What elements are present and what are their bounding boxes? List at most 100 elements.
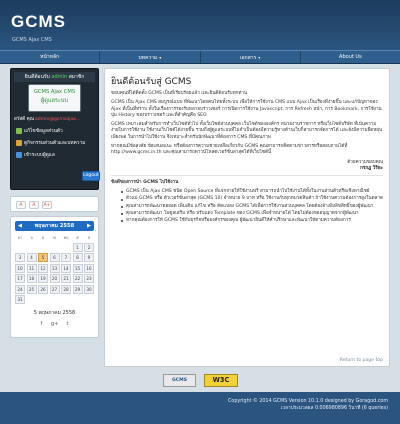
- site-header: GCMS GCMS Ajax CMS: [0, 0, 400, 50]
- gear-icon: [16, 152, 22, 158]
- user-email[interactable]: admin@gcmsajax...: [35, 117, 80, 122]
- list-item: คุณสามารถพัฒนาต่อยอด เพิ่มเติม แก้ไข หรื…: [121, 204, 383, 210]
- main-nav: หน้าหลัก บทความ ▾ เอกสาร ▾ About Us: [0, 50, 400, 64]
- calendar-month: พฤษภาคม 2558: [34, 223, 75, 229]
- calendar-day[interactable]: 1: [72, 242, 83, 252]
- logout-button[interactable]: Logout: [82, 171, 100, 181]
- calendar-day[interactable]: 27: [49, 284, 60, 294]
- calendar-day[interactable]: 2: [84, 242, 94, 252]
- calendar-day[interactable]: 26: [38, 284, 48, 294]
- calendar-grid: อาจอพพฤศส 1 2 3 4 5 6 7 8 9 10 11 12 13 14 15 16 17 18 19 20…: [15, 234, 94, 304]
- font-size-normal-button[interactable]: A: [29, 201, 39, 209]
- calendar-day[interactable]: 22: [72, 274, 83, 283]
- w3c-badge[interactable]: W3C: [204, 374, 238, 387]
- back-to-top-link[interactable]: Return to page top: [340, 358, 383, 363]
- calendar-dow: อา: [17, 235, 23, 240]
- list-item: หากคุณต้องการให้ GCMS ใช้กับธุรกิจหรืออง…: [121, 218, 383, 224]
- facebook-icon[interactable]: f: [38, 321, 45, 328]
- calendar-day[interactable]: 19: [38, 274, 48, 283]
- share-icons: f g+ t: [15, 321, 94, 328]
- chevron-down-icon: ▾: [258, 55, 261, 60]
- render-time-text: เวลาประมวลผล 0.006980896 วินาที (6 queri…: [280, 405, 388, 411]
- menu-my-activity[interactable]: ดูกิจกรรมส่วนตัวและบทความ: [14, 139, 95, 147]
- list-item: GCMS เป็น Ajax CMS ชนิด Open Source ที่แ…: [121, 189, 383, 195]
- features-heading: ข้อดีของการนำ GCMS ไปใช้งาน: [111, 180, 179, 186]
- content-wrapper: ยินดีต้อนรับ admin สมาชิก GCMS Ajax CMS …: [10, 68, 390, 368]
- contact-paragraph: หากคุณมีข้อสงสัย ข้อเสนอแนะ หรือต้องการค…: [111, 144, 348, 156]
- calendar-day[interactable]: 17: [15, 274, 25, 283]
- calendar-day[interactable]: 12: [38, 263, 48, 273]
- about-paragraph: GCMS เป็น Ajax CMS สมบูรณ์แบบ ที่พัฒนาโด…: [111, 100, 382, 118]
- site-footer: Copyright © 2014 GCMS Version 10.1.0 des…: [0, 392, 400, 424]
- calendar-dow: อ: [41, 235, 45, 240]
- calendar-day[interactable]: 11: [26, 263, 37, 273]
- calendar-day[interactable]: 16: [84, 263, 94, 273]
- site-logo[interactable]: GCMS: [11, 12, 66, 32]
- divider: [111, 175, 383, 177]
- calendar-day[interactable]: 23: [84, 274, 94, 283]
- list-item: คุณสามารถพัฒนา โมดูลเสริม หรือ ปรับแต่ง …: [121, 211, 383, 217]
- user-edit-icon: [16, 128, 22, 134]
- calendar-day[interactable]: 6: [49, 253, 60, 262]
- calendar-dow: ส: [87, 235, 91, 240]
- calendar-day[interactable]: 3: [15, 253, 25, 262]
- menu-admin[interactable]: เข้าระบบผู้ดูแล: [14, 151, 95, 159]
- calendar-blank: [50, 243, 60, 252]
- usage-paragraph: GCMS เหมาะสมสำหรับการทำเว็บไซต์ทั่วไป ทั…: [111, 122, 383, 140]
- calendar-day[interactable]: 5: [38, 253, 48, 262]
- avatar[interactable]: GCMS Ajax CMS ผู้ดูแลระบบ: [28, 84, 81, 112]
- font-size-large-button[interactable]: A+: [42, 201, 52, 209]
- font-size-controls: A A A+: [10, 196, 99, 212]
- page-title: ยินดีต้อนรับสู่ GCMS: [111, 77, 192, 87]
- calendar-day[interactable]: 10: [15, 263, 25, 273]
- document-icon: [16, 140, 22, 146]
- calendar-blank: [27, 243, 37, 252]
- calendar-day[interactable]: 8: [72, 253, 83, 262]
- calendar-day[interactable]: 31: [15, 295, 25, 304]
- twitter-icon[interactable]: t: [64, 321, 71, 328]
- calendar-day[interactable]: 9: [84, 253, 94, 262]
- copyright-text: Copyright © 2014 GCMS Version 10.1.0 des…: [228, 399, 388, 404]
- calendar-day[interactable]: 15: [72, 263, 83, 273]
- calendar-widget: ◀ พฤษภาคม 2558 ▶ อาจอพพฤศส 1 2 3 4 5 6 7 8 9 10 11 1…: [10, 216, 99, 338]
- sidebar: ยินดีต้อนรับ admin สมาชิก GCMS Ajax CMS …: [10, 68, 100, 338]
- intro-text: ขอบคุณที่ได้ติดตั้ง GCMS เป็นที่เรียบร้อ…: [111, 91, 248, 96]
- calendar-day[interactable]: 14: [61, 263, 71, 273]
- chevron-down-icon: ▾: [159, 55, 162, 60]
- calendar-day[interactable]: 18: [26, 274, 37, 283]
- member-greeting: ยินดีต้อนรับ admin สมาชิก: [14, 72, 95, 82]
- login-status: สวัสดี คุณ admin@gcmsajax...: [14, 117, 81, 122]
- calendar-header: ◀ พฤษภาคม 2558 ▶: [15, 221, 94, 231]
- nav-item-about[interactable]: About Us: [301, 51, 400, 63]
- nav-item-home[interactable]: หน้าหลัก: [0, 51, 101, 63]
- footer-badges: GCMS W3C: [163, 374, 238, 387]
- calendar-dow: ศ: [76, 235, 79, 240]
- calendar-day[interactable]: 30: [84, 284, 94, 294]
- calendar-day[interactable]: 29: [72, 284, 83, 294]
- calendar-day[interactable]: 21: [61, 274, 71, 283]
- features-list: GCMS เป็น Ajax CMS ชนิด Open Source ที่แ…: [121, 189, 383, 224]
- calendar-blank: [38, 243, 48, 252]
- calendar-day[interactable]: 25: [26, 284, 37, 294]
- font-size-small-button[interactable]: A: [16, 201, 26, 209]
- calendar-day[interactable]: 7: [61, 253, 71, 262]
- calendar-day[interactable]: 20: [49, 274, 60, 283]
- signature: ด้วยความขอบคุณ กรกฎ วิริยะ: [347, 159, 383, 171]
- nav-item-articles[interactable]: บทความ ▾: [100, 51, 201, 63]
- menu-edit-profile[interactable]: แก้ไขข้อมูลส่วนตัว: [14, 127, 95, 135]
- next-month-icon[interactable]: ▶: [87, 223, 91, 229]
- calendar-day[interactable]: 13: [49, 263, 60, 273]
- gcms-badge[interactable]: GCMS: [163, 374, 196, 387]
- main-content: ยินดีต้อนรับสู่ GCMS ขอบคุณที่ได้ติดตั้ง…: [104, 68, 390, 367]
- calendar-blank: [15, 243, 25, 252]
- site-subtitle: GCMS Ajax CMS: [12, 37, 52, 43]
- google-plus-icon[interactable]: g+: [51, 321, 58, 328]
- list-item: ตัวแม่ GCMS หรือ ตัวเวอร์ชั่นล่าสุด (GCM…: [121, 196, 383, 202]
- calendar-day[interactable]: 28: [61, 284, 71, 294]
- calendar-day[interactable]: 4: [26, 253, 37, 262]
- calendar-day[interactable]: 24: [15, 284, 25, 294]
- prev-month-icon[interactable]: ◀: [18, 223, 22, 229]
- calendar-blank: [61, 243, 71, 252]
- calendar-dow: พ: [53, 235, 56, 240]
- nav-item-documents[interactable]: เอกสาร ▾: [201, 51, 301, 63]
